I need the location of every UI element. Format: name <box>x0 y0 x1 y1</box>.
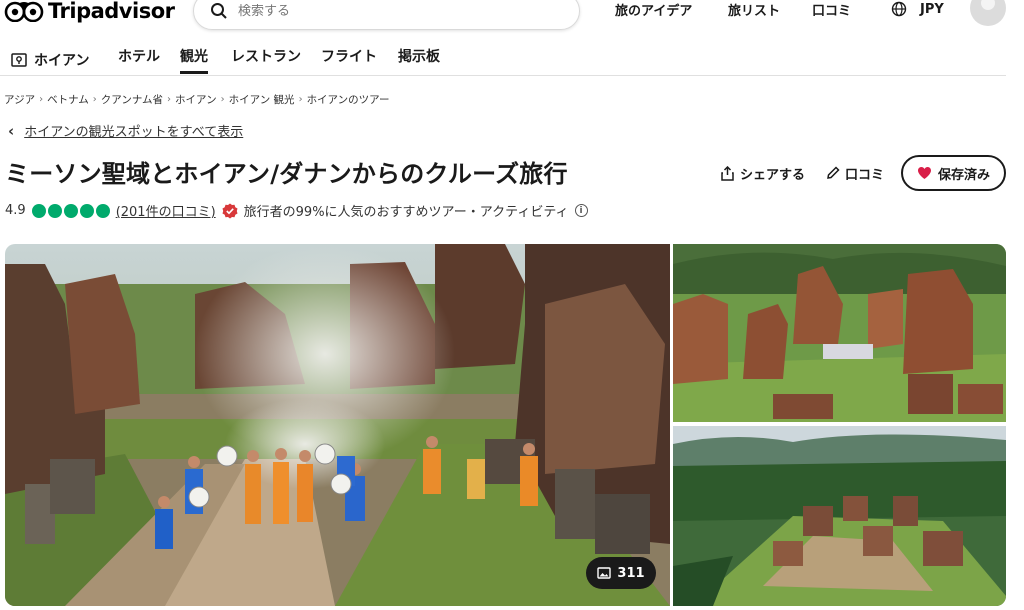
subnav-home-hoian[interactable]: ホイアン <box>10 46 89 74</box>
map-pin-icon <box>11 53 27 67</box>
tripadvisor-logo[interactable]: Tripadvisor <box>4 0 175 23</box>
subnav-things-to-do[interactable]: 観光 <box>180 46 208 74</box>
rating-bubble-icon <box>63 203 78 218</box>
rating-bubbles <box>31 203 110 218</box>
breadcrumb-quang-nam[interactable]: クアンナム省 <box>101 92 163 107</box>
heart-icon <box>917 167 931 179</box>
sub-navigation: ホイアン ホテル 観光 レストラン フライト 掲示板 <box>0 36 1006 76</box>
subnav-flights[interactable]: フライト <box>321 46 377 74</box>
breadcrumb-vietnam[interactable]: ベトナム <box>47 92 89 107</box>
review-label: 口コミ <box>845 167 885 183</box>
chevron-right-icon: › <box>92 94 97 105</box>
image-icon <box>597 567 612 579</box>
page-title: ミーソン聖域とホイアン/ダナンからのクルーズ旅行 <box>5 160 568 188</box>
breadcrumb: アジア › ベトナム › クアンナム省 › ホイアン › ホイアン 観光 › ホイアンのツ… <box>4 92 390 107</box>
recommended-badge-text: 旅行者の99%に人気のおすすめツアー・アクティビティ <box>243 205 569 220</box>
brand-name: Tripadvisor <box>48 0 175 23</box>
rating-bubble-icon <box>95 203 110 218</box>
globe-icon[interactable] <box>891 1 907 17</box>
back-link-label: ホイアンの観光スポットをすべて表示 <box>24 125 244 140</box>
owl-logo-icon <box>4 1 44 22</box>
subnav-home-label: ホイアン <box>34 53 90 69</box>
aerial-my-son-photo <box>673 426 1006 606</box>
pencil-icon <box>827 166 840 179</box>
nav-reviews[interactable]: 口コミ <box>812 0 851 20</box>
share-icon <box>721 165 734 181</box>
rating-row: 4.9 (201件の口コミ) 旅行者の99%に人気のおすすめツアー・アクティビテ… <box>5 201 588 220</box>
temple-ruins-photo <box>673 244 1006 422</box>
search-icon <box>211 3 227 19</box>
reviews-count-link[interactable]: (201件の口コミ) <box>116 201 216 220</box>
recommended-badge-icon <box>222 203 238 218</box>
rating-score: 4.9 <box>5 203 26 218</box>
write-review-button[interactable]: 口コミ <box>826 157 884 189</box>
avatar[interactable] <box>970 0 1006 26</box>
save-label: 保存済み <box>937 167 990 183</box>
share-label: シェアする <box>740 167 806 183</box>
back-to-attractions-link[interactable]: ‹ ホイアンの観光スポットをすべて表示 <box>8 121 244 141</box>
subnav-forums[interactable]: 掲示板 <box>398 46 440 74</box>
subnav-hotels[interactable]: ホテル <box>118 46 160 74</box>
rating-bubble-icon <box>31 203 46 218</box>
search-input[interactable] <box>238 3 538 19</box>
photo-count-label: 311 <box>617 565 645 581</box>
chevron-right-icon: › <box>298 94 303 105</box>
subnav-restaurants[interactable]: レストラン <box>231 46 301 74</box>
chevron-right-icon: › <box>39 94 44 105</box>
chevron-left-icon: ‹ <box>8 121 15 140</box>
main-gallery-photo[interactable] <box>5 244 670 606</box>
top-header: Tripadvisor 旅のアイデア 旅リスト 口コミ JPY <box>0 0 1024 34</box>
photo-count-button[interactable]: 311 <box>586 557 656 589</box>
save-button[interactable]: 保存済み <box>901 155 1006 191</box>
breadcrumb-hoian-things[interactable]: ホイアン 観光 <box>229 92 295 107</box>
gallery-photo-2[interactable] <box>673 244 1006 422</box>
nav-trip-ideas[interactable]: 旅のアイデア <box>615 0 692 20</box>
rating-bubble-icon <box>47 203 62 218</box>
search-bar[interactable] <box>193 0 580 30</box>
share-button[interactable]: シェアする <box>720 157 805 189</box>
breadcrumb-hoian-tours: ホイアンのツアー <box>306 94 390 106</box>
nav-trips[interactable]: 旅リスト <box>728 0 780 20</box>
currency-selector[interactable]: JPY <box>920 2 944 17</box>
chevron-right-icon: › <box>167 94 172 105</box>
breadcrumb-hoian[interactable]: ホイアン <box>175 92 217 107</box>
my-son-ceremony-photo <box>5 244 670 606</box>
rating-bubble-icon <box>79 203 94 218</box>
gallery-photo-3[interactable] <box>673 426 1006 606</box>
breadcrumb-asia[interactable]: アジア <box>4 92 35 107</box>
info-icon[interactable]: i <box>574 204 588 217</box>
chevron-right-icon: › <box>220 94 225 105</box>
